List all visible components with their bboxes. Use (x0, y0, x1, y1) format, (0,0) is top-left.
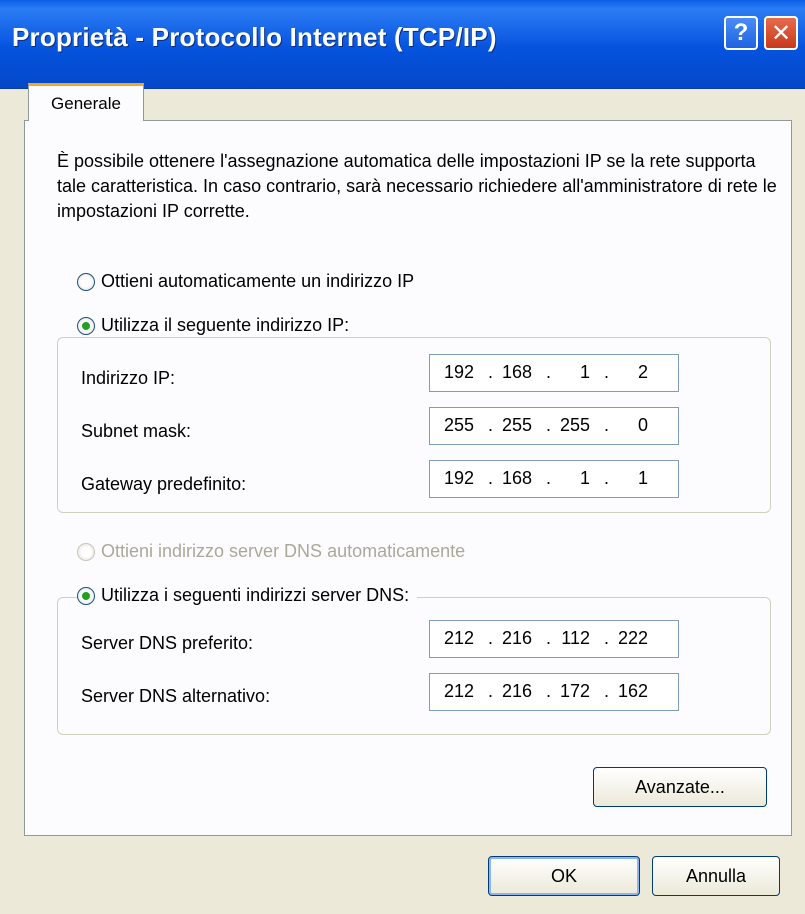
octet: 255 (559, 415, 590, 435)
octet-separator: . (546, 468, 552, 488)
octet: 1 (579, 362, 590, 382)
octet: 172 (559, 681, 590, 701)
octet: 1 (637, 468, 648, 488)
ip-manual-radio[interactable]: Utilizza il seguente indirizzo IP: (77, 315, 358, 336)
octet: 255 (501, 415, 532, 435)
dns-alternate-label: Server DNS alternativo: (81, 686, 271, 706)
octet: 112 (561, 628, 590, 648)
window-title: Proprietà - Protocollo Internet (TCP/IP) (12, 22, 497, 52)
radio-icon (77, 272, 95, 291)
help-button[interactable]: ? (724, 16, 758, 50)
advanced-button[interactable]: Avanzate... (593, 767, 767, 807)
tab-panel-generale: È possibile ottenere l'assegnazione auto… (24, 120, 792, 836)
title-bar[interactable]: Proprietà - Protocollo Internet (TCP/IP)… (0, 0, 805, 89)
octet-separator: . (546, 681, 552, 701)
radio-checked-icon (77, 316, 95, 335)
dns-preferred-label: Server DNS preferito: (81, 633, 254, 653)
description-text: È possibile ottenere l'assegnazione auto… (57, 151, 777, 221)
octet-separator: . (488, 681, 494, 701)
dns-auto-radio[interactable]: Ottieni indirizzo server DNS automaticam… (77, 541, 474, 562)
ip-auto-radio[interactable]: Ottieni automaticamente un indirizzo IP (77, 271, 423, 292)
octet: 212 (443, 628, 474, 648)
octet-separator: . (604, 468, 610, 488)
dns-manual-radio[interactable]: Utilizza i seguenti indirizzi server DNS… (77, 585, 418, 606)
radio-checked-icon (77, 586, 95, 605)
ip-manual-label: Utilizza il seguente indirizzo IP: (101, 315, 350, 335)
dns-manual-label: Utilizza i seguenti indirizzi server DNS… (101, 585, 410, 605)
octet-separator: . (488, 628, 494, 648)
dns-preferred-input[interactable]: 212 . 216 . 112 . 222 (429, 620, 679, 658)
octet: 162 (617, 681, 648, 701)
octet-separator: . (604, 628, 610, 648)
cancel-button[interactable]: Annulla (652, 856, 780, 896)
ok-button[interactable]: OK (488, 856, 640, 896)
octet: 0 (637, 415, 648, 435)
octet: 216 (501, 628, 532, 648)
octet-separator: . (488, 415, 494, 435)
octet: 192 (443, 362, 474, 382)
octet: 212 (443, 681, 474, 701)
dns-group-box (57, 597, 771, 735)
subnet-mask-input[interactable]: 255 . 255 . 255 . 0 (429, 407, 679, 445)
close-icon: ✕ (770, 19, 792, 47)
octet-separator: . (546, 628, 552, 648)
dns-auto-label: Ottieni indirizzo server DNS automaticam… (101, 541, 466, 561)
ip-address-input[interactable]: 192 . 168 . 1 . 2 (429, 354, 679, 392)
octet: 222 (617, 628, 648, 648)
octet: 255 (443, 415, 474, 435)
octet: 168 (501, 468, 532, 488)
help-icon: ? (733, 19, 749, 46)
subnet-mask-label: Subnet mask: (81, 421, 192, 441)
octet-separator: . (546, 362, 552, 382)
tab-generale[interactable]: Generale (28, 83, 144, 121)
radio-disabled-icon (77, 542, 95, 561)
octet: 1 (579, 468, 590, 488)
dns-alternate-input[interactable]: 212 . 216 . 172 . 162 (429, 673, 679, 711)
octet-separator: . (604, 681, 610, 701)
octet-separator: . (488, 468, 494, 488)
octet-separator: . (604, 362, 610, 382)
octet: 2 (637, 362, 648, 382)
octet-separator: . (546, 415, 552, 435)
octet: 192 (443, 468, 474, 488)
octet-separator: . (604, 415, 610, 435)
octet: 168 (501, 362, 532, 382)
octet-separator: . (488, 362, 494, 382)
gateway-label: Gateway predefinito: (81, 474, 247, 494)
octet: 216 (501, 681, 532, 701)
ip-address-label: Indirizzo IP: (81, 368, 176, 388)
close-button[interactable]: ✕ (764, 16, 798, 50)
gateway-input[interactable]: 192 . 168 . 1 . 1 (429, 460, 679, 498)
ip-auto-label: Ottieni automaticamente un indirizzo IP (101, 271, 415, 291)
